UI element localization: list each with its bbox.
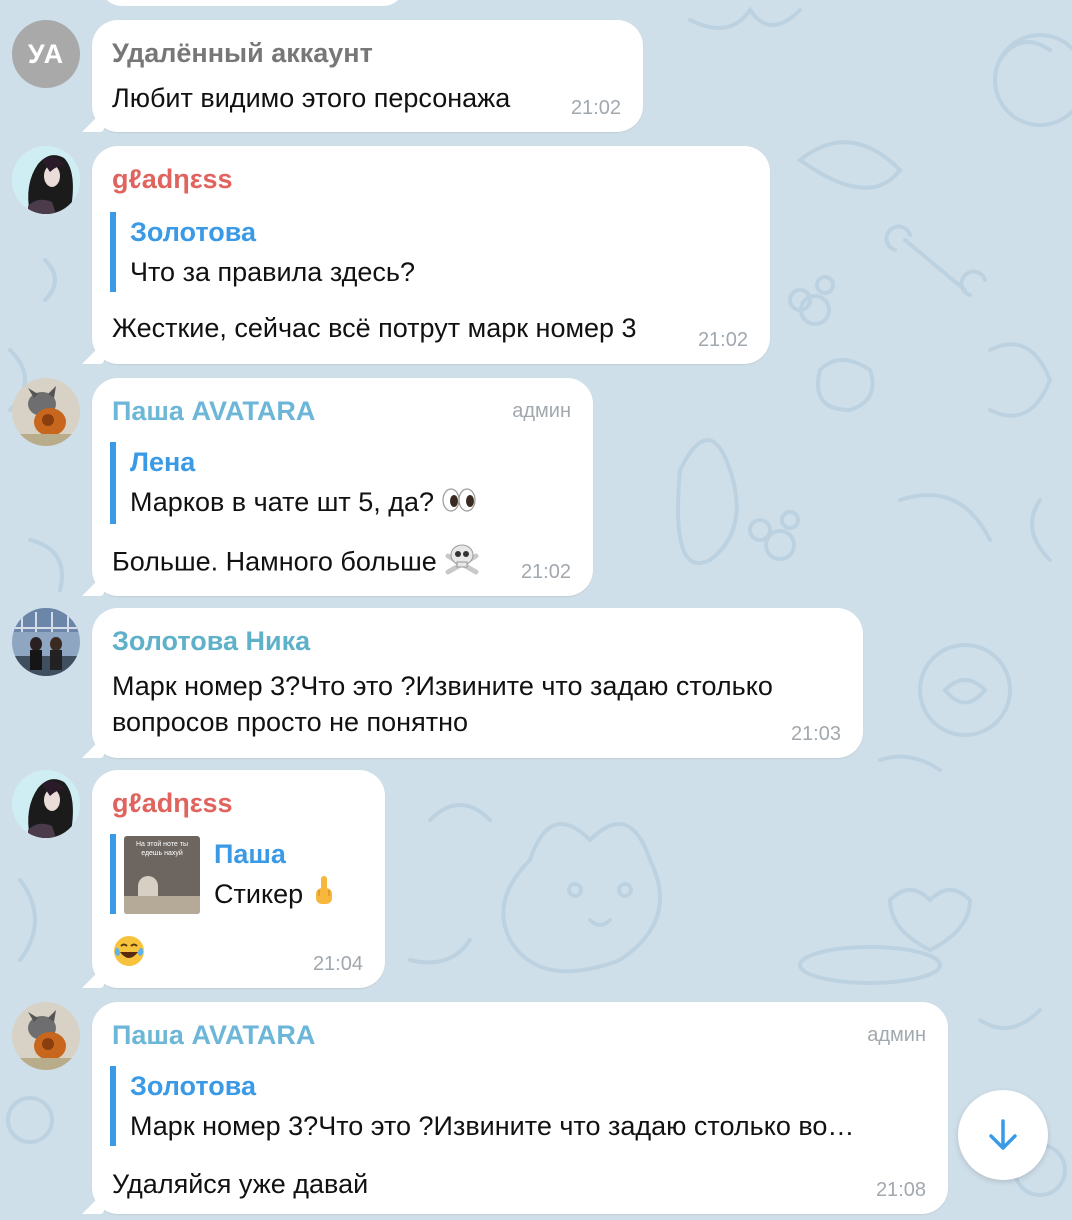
message-time: 21:02 (697, 329, 748, 351)
reply-author: Лена (130, 447, 196, 477)
message-time: 21:02 (570, 97, 621, 119)
message-bubble[interactable]: Паша AVATARA админ Золотова Марк номер 3… (82, 1002, 948, 1214)
message-time: 21:04 (312, 953, 363, 975)
sender-name[interactable]: gℓadηεss (112, 788, 233, 819)
arrow-down-icon (989, 1119, 1017, 1150)
message-text: Любит видимо этого персонажа (112, 83, 511, 113)
avatar[interactable] (12, 608, 80, 676)
reply-quote[interactable]: На этой ноте ты едешь нахуй Паша Стикер (110, 834, 332, 914)
avatar-image (12, 770, 80, 838)
avatar[interactable] (12, 770, 80, 838)
sender-name[interactable]: Удалённый аккаунт (112, 38, 373, 69)
reply-text: Что за правила здесь? (130, 257, 415, 287)
message-bubble[interactable]: Паша AVATARA админ Лена Марков в чате шт… (82, 378, 593, 596)
sender-name[interactable]: Золотова Ника (112, 626, 310, 657)
message-text-line-1: Марк номер 3?Что это ?Извините что задаю… (112, 671, 773, 701)
message-text: Удаляйся уже давай (112, 1169, 369, 1199)
message-text: Жесткие, сейчас всё потрут марк номер 3 (112, 313, 637, 343)
avatar[interactable] (12, 146, 80, 214)
avatar[interactable] (12, 378, 80, 446)
laughing-tears-emoji (112, 934, 146, 977)
reply-text: Марков в чате шт 5, да? (130, 487, 435, 517)
scroll-to-bottom-button[interactable] (958, 1090, 1048, 1180)
message-bubble[interactable]: gℓadηεss Золотова Что за правила здесь? … (82, 146, 770, 364)
message-time: 21:03 (790, 723, 841, 745)
avatar-image (12, 146, 80, 214)
sticker-thumbnail-caption: На этой ноте ты едешь нахуй (136, 841, 188, 857)
message-text-line-2: вопросов просто не понятно (112, 707, 468, 737)
reply-quote[interactable]: Золотова Что за правила здесь? (110, 212, 415, 292)
reply-author: Паша (214, 839, 286, 869)
middle-finger-emoji (311, 874, 337, 917)
avatar-image (12, 608, 80, 676)
avatar[interactable]: УА (12, 20, 80, 88)
sender-name[interactable]: Паша AVATARA (112, 396, 315, 427)
eyes-emoji (441, 484, 476, 524)
reply-quote[interactable]: Золотова Марк номер 3?Что это ?Извините … (110, 1066, 854, 1146)
reply-text: Марк номер 3?Что это ?Извините что задаю… (130, 1111, 855, 1141)
message-text: Больше. Намного больше (112, 546, 437, 577)
reply-author: Золотова (130, 217, 256, 247)
sender-name[interactable]: gℓadηεss (112, 164, 233, 195)
avatar-initials: УА (27, 38, 65, 69)
message-time: 21:02 (520, 561, 571, 583)
message-bubble[interactable]: Золотова Ника Марк номер 3?Что это ?Изви… (82, 608, 863, 758)
avatar-image (12, 1002, 80, 1070)
avatar-image (12, 378, 80, 446)
message-time: 21:08 (875, 1179, 926, 1201)
previous-message-bubble (100, 0, 405, 6)
reply-text: Стикер (214, 879, 304, 909)
reply-author: Золотова (130, 1071, 256, 1101)
admin-badge: админ (512, 400, 571, 422)
avatar[interactable] (12, 1002, 80, 1070)
reply-quote[interactable]: Лена Марков в чате шт 5, да? (110, 442, 476, 524)
sender-name[interactable]: Паша AVATARA (112, 1020, 315, 1051)
admin-badge: админ (867, 1024, 926, 1046)
skull-crossbones-emoji (444, 542, 480, 585)
message-bubble[interactable]: Удалённый аккаунт Любит видимо этого пер… (82, 20, 643, 132)
sticker-thumbnail: На этой ноте ты едешь нахуй (124, 836, 200, 914)
message-bubble[interactable]: gℓadηεss На этой ноте ты едешь нахуй Паш… (82, 770, 385, 988)
